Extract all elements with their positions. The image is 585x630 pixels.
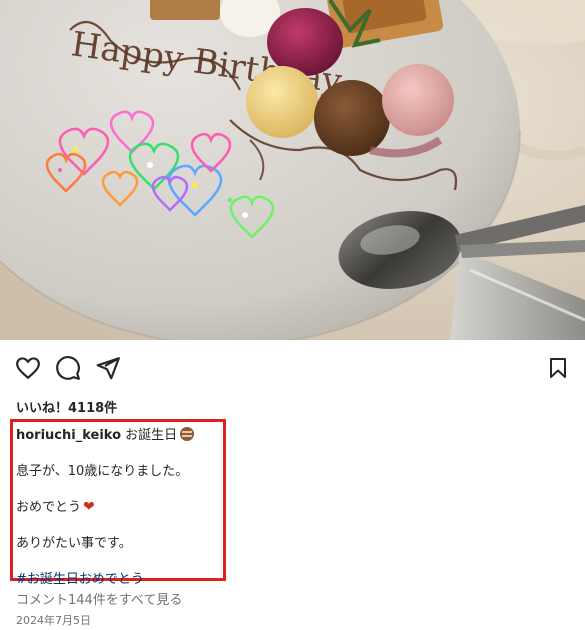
like-button[interactable]: [12, 352, 44, 384]
comment-button[interactable]: [52, 352, 84, 384]
paper-plane-icon: [96, 357, 120, 380]
bookmark-icon: [550, 358, 566, 378]
caption-line-3: ありがたい事です。: [16, 536, 132, 551]
save-button[interactable]: [542, 352, 574, 384]
cake-emoji-icon: [180, 427, 195, 441]
caption-line-2: おめでとう ❤: [16, 496, 95, 515]
caption-title: お誕生日: [125, 428, 178, 443]
view-all-comments-link[interactable]: コメント144件をすべて見る: [16, 589, 182, 608]
likes-count[interactable]: いいね！4118件: [16, 397, 117, 416]
username-link[interactable]: horiuchi_keiko: [16, 428, 121, 443]
heart-outline-icon: [16, 357, 40, 380]
speech-bubble-icon: [56, 356, 80, 380]
share-button[interactable]: [92, 352, 124, 384]
caption-header: horiuchi_keiko お誕生日: [16, 424, 195, 443]
caption-line-1: 息子が、10歳になりました。: [16, 464, 189, 479]
post-photo[interactable]: Happy Birthday: [0, 0, 585, 340]
hashtag-link[interactable]: #お誕生日おめでとう: [16, 568, 144, 587]
post-action-bar: [0, 352, 585, 388]
red-heart-emoji-icon: ❤: [83, 499, 95, 515]
caption-line-2-text: おめでとう: [16, 500, 82, 515]
birthday-plate-image: Happy Birthday: [0, 0, 585, 340]
post-date: 2024年7月5日: [16, 614, 91, 627]
